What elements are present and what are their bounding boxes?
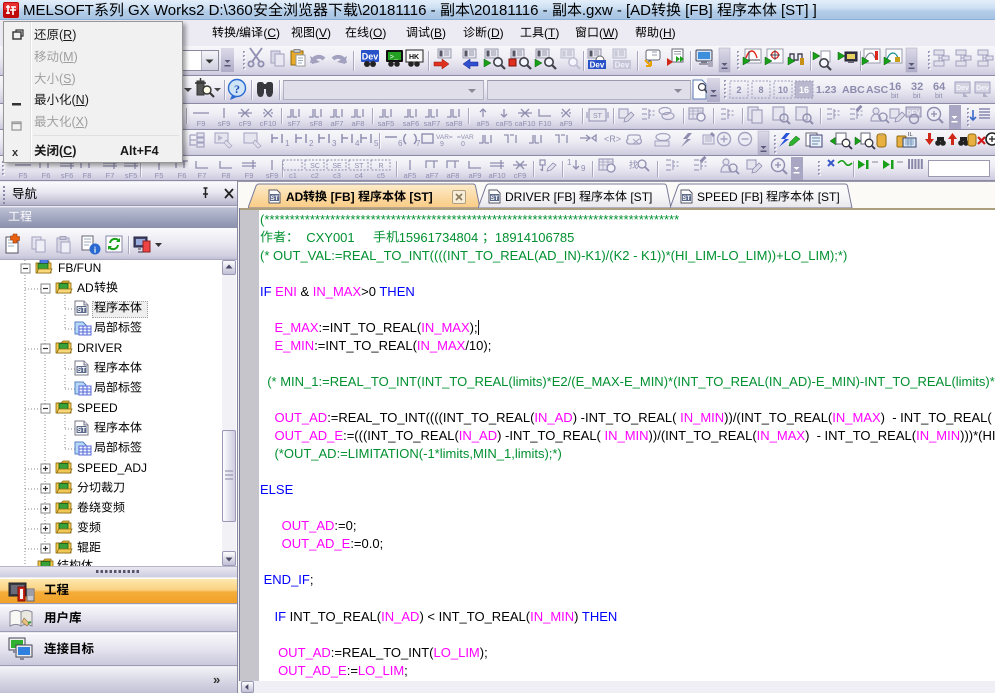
svg-text:c5: c5 <box>377 171 385 180</box>
svg-text:=VAR: =VAR <box>457 134 474 141</box>
svg-text:64: 64 <box>933 81 946 93</box>
svg-text:F8: F8 <box>222 171 231 180</box>
svg-text:Dev: Dev <box>362 52 379 62</box>
svg-text:F6: F6 <box>178 171 187 180</box>
svg-text:bit: bit <box>935 93 942 100</box>
svg-text:x: x <box>12 147 19 158</box>
svg-text:caF5: caF5 <box>496 119 513 128</box>
svg-text:caF10: caF10 <box>515 119 536 128</box>
svg-text:F9: F9 <box>197 119 206 128</box>
svg-text:1.23: 1.23 <box>816 84 837 96</box>
svg-text:2: 2 <box>736 85 741 95</box>
svg-text:aF5: aF5 <box>477 119 490 128</box>
svg-text:sF8: sF8 <box>310 119 323 128</box>
svg-text:HK: HK <box>409 54 419 61</box>
svg-text:c4: c4 <box>355 171 363 180</box>
svg-text:SE: SE <box>332 163 342 170</box>
svg-text:sF9: sF9 <box>218 119 231 128</box>
svg-text:bit: bit <box>891 93 898 100</box>
svg-text:cF9: cF9 <box>514 171 527 180</box>
svg-text:2: 2 <box>309 139 314 148</box>
svg-text:16: 16 <box>889 81 901 93</box>
svg-text:ST: ST <box>682 195 690 202</box>
svg-text:8: 8 <box>758 85 763 95</box>
svg-text:0: 0 <box>461 141 465 148</box>
svg-text:ST: ST <box>270 195 278 202</box>
svg-text:9: 9 <box>440 141 444 148</box>
svg-text:DEV: DEV <box>907 110 921 117</box>
svg-text:ASC: ASC <box>866 84 889 96</box>
svg-text:ABC: ABC <box>842 84 865 96</box>
svg-text:c1: c1 <box>289 171 297 180</box>
svg-text:cF10: cF10 <box>260 119 277 128</box>
svg-text:sF7: sF7 <box>288 119 301 128</box>
svg-text:F5: F5 <box>19 171 28 180</box>
svg-text:Dev: Dev <box>976 85 989 92</box>
svg-text:F10: F10 <box>539 119 552 128</box>
svg-text:F8: F8 <box>83 171 92 180</box>
svg-text:aF7: aF7 <box>426 171 439 180</box>
svg-text:aF8: aF8 <box>352 119 365 128</box>
svg-text:Dev: Dev <box>956 85 969 92</box>
svg-text:saF6: saF6 <box>403 119 420 128</box>
svg-text:9: 9 <box>581 164 586 173</box>
svg-text:1: 1 <box>567 158 572 167</box>
svg-text:F6: F6 <box>42 171 51 180</box>
svg-text:cF9: cF9 <box>239 119 252 128</box>
svg-text:aF9: aF9 <box>469 171 482 180</box>
svg-text:aF10: aF10 <box>488 171 505 180</box>
svg-text:aF7: aF7 <box>331 119 344 128</box>
svg-text:1: 1 <box>285 139 290 148</box>
svg-text:5: 5 <box>374 139 379 148</box>
svg-text:c2: c2 <box>311 171 319 180</box>
svg-text:SC: SC <box>310 163 320 170</box>
svg-text:7: 7 <box>416 139 421 148</box>
svg-text:3: 3 <box>332 139 337 148</box>
svg-text:IL: IL <box>908 132 913 138</box>
svg-text:sF9: sF9 <box>266 171 279 180</box>
svg-text:sF5: sF5 <box>125 171 138 180</box>
svg-text:saF8: saF8 <box>446 119 463 128</box>
svg-text:ST: ST <box>593 113 603 120</box>
svg-text:F9: F9 <box>245 171 254 180</box>
svg-text:>_: >_ <box>390 54 399 62</box>
svg-text:saF5: saF5 <box>378 119 395 128</box>
svg-text:aF5: aF5 <box>404 171 417 180</box>
svg-text:sF6: sF6 <box>61 171 74 180</box>
svg-text:6: 6 <box>398 139 403 148</box>
svg-text:aF9: aF9 <box>560 119 573 128</box>
svg-text:ST: ST <box>355 163 365 170</box>
svg-text:Dev: Dev <box>615 61 630 70</box>
svg-text:bit: bit <box>913 93 920 100</box>
svg-text:aF8: aF8 <box>447 171 460 180</box>
svg-text:c3: c3 <box>333 171 341 180</box>
svg-text:R: R <box>378 163 383 170</box>
svg-text:saF7: saF7 <box>424 119 441 128</box>
svg-text:ST: ST <box>490 195 498 202</box>
svg-text:F5: F5 <box>155 171 164 180</box>
svg-text:32: 32 <box>911 81 923 93</box>
svg-text:10: 10 <box>778 85 788 95</box>
svg-text:F7: F7 <box>106 171 115 180</box>
svg-text:F7: F7 <box>198 171 207 180</box>
svg-text:Dev: Dev <box>590 61 605 70</box>
svg-text:16: 16 <box>799 85 809 95</box>
svg-text:4: 4 <box>355 139 360 148</box>
svg-text:找: 找 <box>629 159 638 170</box>
svg-text:VAR=: VAR= <box>436 134 453 141</box>
svg-text:<R>: <R> <box>604 134 621 144</box>
